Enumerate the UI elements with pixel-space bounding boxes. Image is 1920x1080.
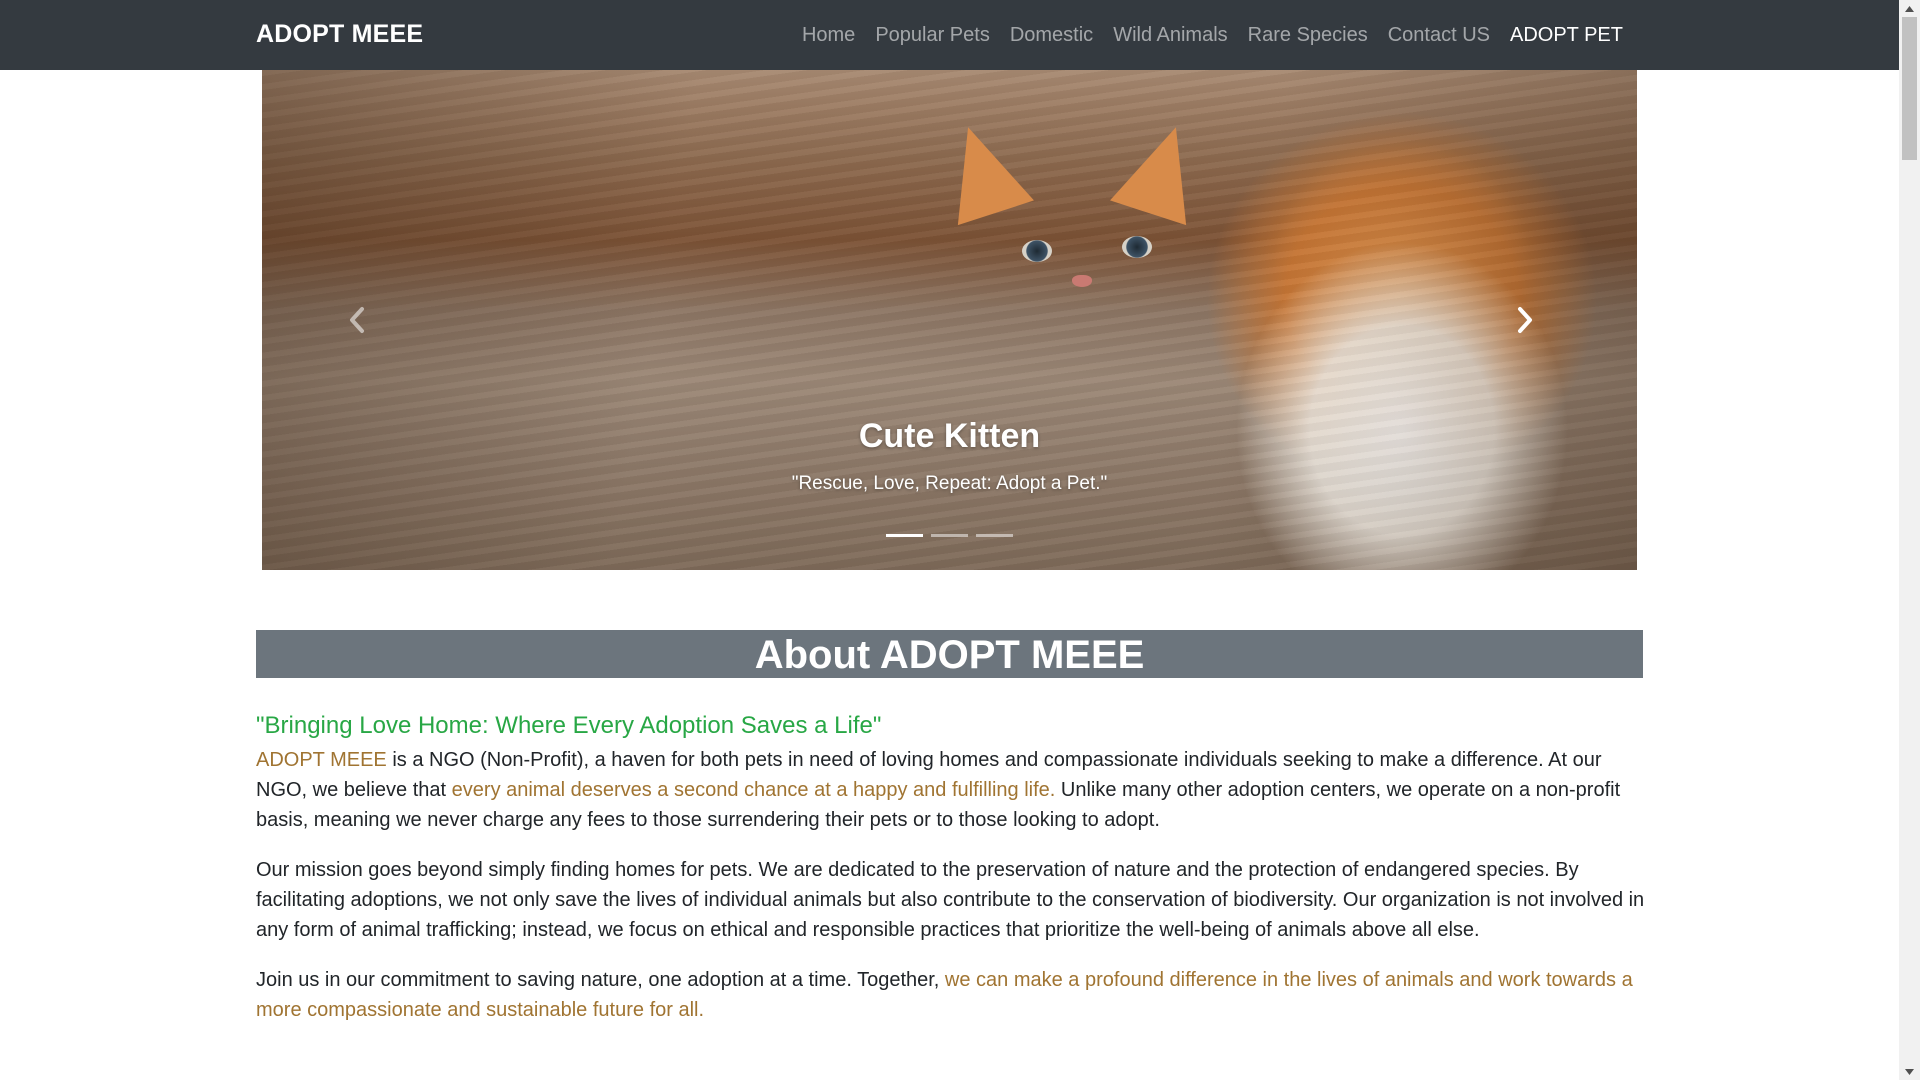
carousel-indicators xyxy=(262,534,1637,537)
about-heading: About ADOPT MEEE xyxy=(256,630,1643,678)
kitten-image-nose xyxy=(1072,275,1092,287)
scrollbar-thumb[interactable] xyxy=(1902,17,1917,160)
navbar: ADOPT MEEE Home Popular Pets Domestic Wi… xyxy=(0,0,1899,70)
carousel-indicator-2[interactable] xyxy=(931,534,968,537)
page-scrollbar[interactable] xyxy=(1899,0,1920,1080)
nav-link-popular-pets[interactable]: Popular Pets xyxy=(865,24,1000,47)
nav-link-domestic[interactable]: Domestic xyxy=(1000,24,1103,47)
paragraph-text: Join us in our commitment to saving natu… xyxy=(256,969,945,991)
about-paragraph-1: ADOPT MEEE is a NGO (Non-Profit), a have… xyxy=(256,745,1646,835)
triangle-up-icon xyxy=(1905,5,1914,12)
nav-links: Home Popular Pets Domestic Wild Animals … xyxy=(792,0,1633,70)
chevron-right-icon xyxy=(1518,307,1532,333)
carousel-indicator-1[interactable] xyxy=(886,534,923,537)
nav-link-contact-us[interactable]: Contact US xyxy=(1378,24,1500,47)
carousel-next-button[interactable] xyxy=(1495,292,1555,348)
kitten-image-ear xyxy=(930,114,1034,226)
brand-logo[interactable]: ADOPT MEEE xyxy=(256,20,423,49)
kitten-image-eye xyxy=(1022,240,1052,262)
carousel-caption-text: "Rescue, Love, Repeat: Adopt a Pet." xyxy=(791,473,1108,494)
kitten-image-ear xyxy=(1110,114,1214,226)
chevron-left-icon xyxy=(350,307,364,333)
nav-link-adopt-pet[interactable]: ADOPT PET xyxy=(1500,24,1633,47)
nav-link-wild-animals[interactable]: Wild Animals xyxy=(1103,24,1237,47)
about-tagline: "Bringing Love Home: Where Every Adoptio… xyxy=(256,712,882,739)
about-paragraph-3: Join us in our commitment to saving natu… xyxy=(256,965,1646,1025)
carousel-caption-title: Cute Kitten xyxy=(858,417,1041,455)
triangle-down-icon xyxy=(1905,1068,1914,1075)
carousel-prev-button[interactable] xyxy=(327,292,387,348)
kitten-image-eye xyxy=(1122,236,1152,258)
nav-link-rare-species[interactable]: Rare Species xyxy=(1238,24,1378,47)
nav-link-home[interactable]: Home xyxy=(792,24,865,47)
scroll-up-button[interactable] xyxy=(1899,0,1920,17)
about-paragraph-2: Our mission goes beyond simply finding h… xyxy=(256,859,1645,941)
carousel-indicator-3[interactable] xyxy=(976,534,1013,537)
highlight-text: every animal deserves a second chance at… xyxy=(451,779,1056,801)
scroll-down-button[interactable] xyxy=(1899,1063,1920,1080)
highlight-text: ADOPT MEEE xyxy=(256,749,387,771)
image-carousel: Cute Kitten "Rescue, Love, Repeat: Adopt… xyxy=(262,70,1637,570)
